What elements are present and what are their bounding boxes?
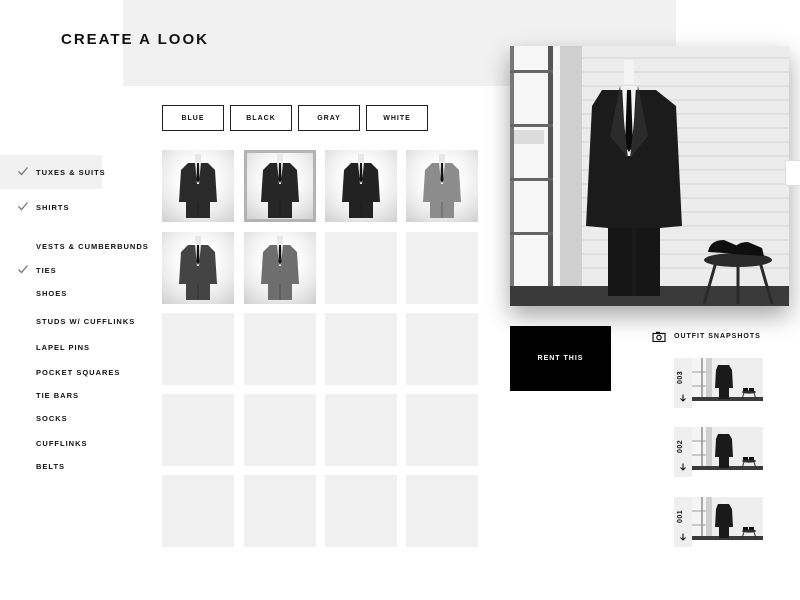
- empty-tile: [244, 394, 316, 466]
- next-image-tab[interactable]: [785, 160, 800, 186]
- suit-icon: [261, 236, 299, 300]
- empty-tile: [162, 475, 234, 547]
- sidebar-item-label: TIES: [36, 265, 57, 275]
- product-tile[interactable]: [406, 150, 478, 222]
- sidebar-item-label: SOCKS: [36, 413, 68, 423]
- sidebar-item-shirts[interactable]: SHIRTS: [0, 190, 102, 224]
- product-tile[interactable]: [325, 150, 397, 222]
- product-tile[interactable]: [244, 232, 316, 304]
- sidebar-item-label: BELTS: [36, 461, 66, 471]
- outfit-snapshot[interactable]: 001: [674, 497, 763, 547]
- outfit-preview-image: [510, 46, 789, 306]
- download-icon[interactable]: [679, 394, 687, 403]
- suit-icon: [261, 154, 299, 218]
- empty-tile: [162, 313, 234, 385]
- download-icon[interactable]: [679, 533, 687, 542]
- product-tile[interactable]: [244, 150, 316, 222]
- sidebar-item-label: TUXES & SUITS: [36, 167, 106, 177]
- empty-tile: [406, 313, 478, 385]
- color-filter-black[interactable]: BLACK: [230, 105, 292, 131]
- category-sidebar: TUXES & SUITS SHIRTS VESTS & CUMBERBUNDS TI…: [0, 0, 160, 600]
- checkmark-icon: [18, 167, 28, 176]
- sidebar-item-label: POCKET SQUARES: [36, 367, 121, 377]
- outfit-snapshots-label: OUTFIT SNAPSHOTS: [674, 333, 761, 340]
- download-icon[interactable]: [679, 463, 687, 472]
- empty-tile: [325, 313, 397, 385]
- sidebar-item-label: SHOES: [36, 288, 68, 298]
- product-tile[interactable]: [162, 150, 234, 222]
- empty-tile: [325, 232, 397, 304]
- suit-icon: [342, 154, 380, 218]
- sidebar-item-tuxes-suits[interactable]: TUXES & SUITS: [0, 155, 105, 189]
- empty-tile: [406, 475, 478, 547]
- snapshot-image: [692, 358, 763, 401]
- snapshot-thumbnail: [692, 497, 763, 540]
- empty-tile: [325, 394, 397, 466]
- checkmark-icon: [18, 265, 28, 274]
- snapshot-thumbnail: [692, 358, 763, 401]
- empty-tile: [244, 313, 316, 385]
- sidebar-item-label: VESTS & CUMBERBUNDS: [36, 241, 149, 251]
- snapshot-number: 001: [677, 509, 684, 523]
- color-filter-gray[interactable]: GRAY: [298, 105, 360, 131]
- outfit-snapshot[interactable]: 002: [674, 427, 763, 477]
- sidebar-item-label: TIE BARS: [36, 390, 80, 400]
- checkmark-icon: [18, 202, 28, 211]
- sidebar-item-belts[interactable]: BELTS: [0, 449, 102, 483]
- snapshot-image: [692, 497, 763, 540]
- sidebar-item-label: LAPEL PINS: [36, 342, 91, 352]
- empty-tile: [244, 475, 316, 547]
- empty-tile: [406, 232, 478, 304]
- suit-icon: [423, 154, 461, 218]
- color-filter-blue[interactable]: BLUE: [162, 105, 224, 131]
- empty-tile: [406, 394, 478, 466]
- color-filter-white[interactable]: WHITE: [366, 105, 428, 131]
- outfit-snapshots-header: OUTFIT SNAPSHOTS: [652, 331, 761, 342]
- camera-icon: [652, 331, 666, 342]
- snapshot-number: 003: [677, 370, 684, 384]
- product-tile[interactable]: [162, 232, 234, 304]
- snapshot-image: [692, 427, 763, 470]
- snapshot-number: 002: [677, 439, 684, 453]
- snapshot-thumbnail: [692, 427, 763, 470]
- sidebar-item-label: SHIRTS: [36, 202, 70, 212]
- sidebar-item-label: CUFFLINKS: [36, 438, 88, 448]
- suit-icon: [179, 236, 217, 300]
- suit-icon: [179, 154, 217, 218]
- sidebar-item-label: STUDS W/ CUFFLINKS: [36, 316, 136, 326]
- outfit-snapshot[interactable]: 003: [674, 358, 763, 408]
- empty-tile: [162, 394, 234, 466]
- empty-tile: [325, 475, 397, 547]
- rent-this-button[interactable]: RENT THIS: [510, 326, 611, 391]
